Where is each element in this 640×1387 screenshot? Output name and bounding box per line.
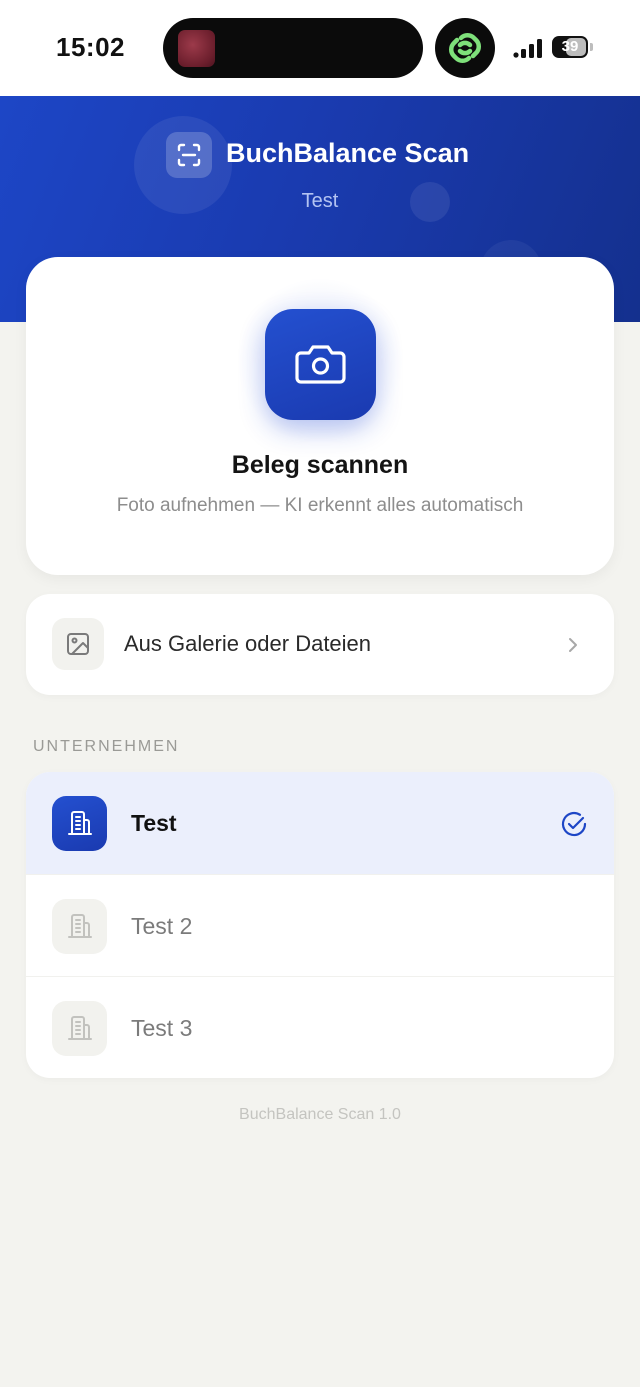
company-name: Test 3 [131,1015,193,1041]
camera-icon [295,345,346,384]
app-version: BuchBalance Scan 1.0 [239,1106,401,1123]
app-screen: 15:02 39 BuchBalance Scan Test Beleg sca… [0,0,640,1387]
dynamic-island[interactable] [163,18,423,78]
scan-title: Beleg scannen [231,451,409,479]
building-icon [52,1001,107,1056]
scan-subtitle: Foto aufnehmen — KI erkennt alles automa… [116,495,524,516]
status-time: 15:02 [56,32,125,62]
cellular-signal-icon [513,39,542,58]
company-row[interactable]: Test 3 [26,976,614,1078]
company-name: Test 2 [131,913,193,939]
company-row[interactable]: Test 2 [26,874,614,976]
company-list: Test Test 2 Test 3 [26,772,614,1078]
battery-level: 39 [561,38,579,55]
scan-frame-icon [166,132,212,178]
active-company-subtitle: Test [301,190,339,212]
company-name: Test [131,810,177,836]
app-title: BuchBalance Scan [226,138,470,168]
company-row[interactable]: Test [26,772,614,874]
scan-receipt-card[interactable]: Beleg scannen Foto aufnehmen — KI erkenn… [26,257,614,575]
status-bar: 15:02 39 [0,0,640,96]
building-icon [52,899,107,954]
chevron-right-icon [569,638,577,652]
battery-icon: 39 [552,36,588,58]
companies-section-label: UNTERNEHMEN [33,738,180,755]
gallery-label: Aus Galerie oder Dateien [124,631,372,656]
link-rings-icon[interactable] [435,18,495,78]
scan-receipt-button[interactable] [265,309,376,420]
now-playing-artwork [178,30,215,67]
check-circle-icon [561,811,587,837]
image-icon [52,618,104,670]
gallery-import-button[interactable]: Aus Galerie oder Dateien [26,594,614,695]
building-icon [52,796,107,851]
